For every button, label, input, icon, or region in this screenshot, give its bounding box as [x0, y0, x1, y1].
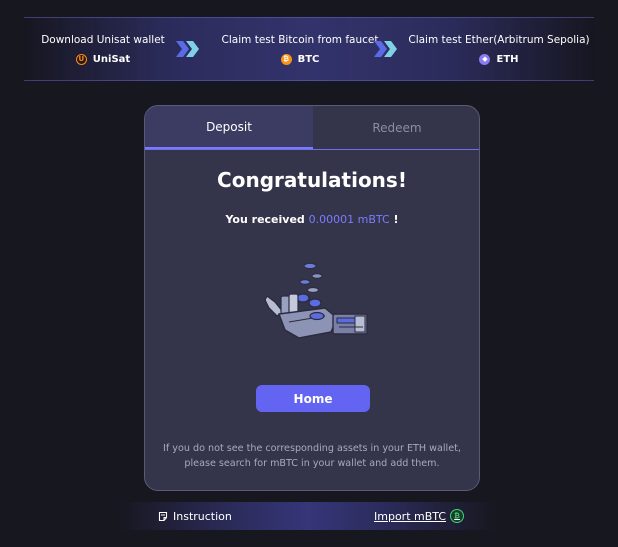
step-title: Claim test Bitcoin from faucet — [221, 33, 379, 46]
deposit-card: Deposit Redeem Congratulations! You rece… — [144, 105, 480, 491]
tab-bar: Deposit Redeem — [145, 106, 479, 150]
instruction-link[interactable]: Instruction — [158, 502, 232, 530]
mbtc-token-icon: ₿ — [450, 509, 465, 523]
received-amount: 0.00001 mBTC — [308, 213, 390, 226]
steps-bar: Download Unisat wallet U UniSat Claim te… — [24, 17, 594, 81]
double-chevron-right-icon — [176, 41, 199, 57]
home-button[interactable]: Home — [256, 385, 370, 412]
step-claim-ether[interactable]: Claim test Ether(Arbitrum Sepolia) ◆ ETH — [404, 18, 594, 80]
step-token: ◆ ETH — [479, 53, 519, 65]
step-token: U UniSat — [75, 53, 131, 65]
step-title: Claim test Ether(Arbitrum Sepolia) — [408, 33, 590, 46]
step-token: ₿ BTC — [280, 53, 320, 65]
received-prefix: You received — [225, 213, 305, 226]
footer-bar: Instruction Import mBTC ₿ — [118, 502, 498, 530]
robot-hand-coins-illustration — [264, 262, 368, 339]
step-token-label: ETH — [496, 53, 519, 65]
bitcoin-icon: ₿ — [280, 53, 292, 65]
success-title: Congratulations! — [217, 168, 407, 192]
document-icon — [158, 511, 168, 521]
received-suffix: ! — [393, 213, 399, 226]
double-chevron-right-icon — [374, 41, 397, 57]
import-mbtc-link[interactable]: Import mBTC ₿ — [374, 502, 465, 530]
unisat-icon: U — [75, 53, 87, 65]
wallet-hint-text: If you do not see the corresponding asse… — [163, 443, 461, 469]
step-token-label: UniSat — [92, 53, 131, 65]
ethereum-icon: ◆ — [479, 53, 491, 65]
step-token-label: BTC — [297, 53, 320, 65]
instruction-label: Instruction — [173, 509, 232, 523]
step-title: Download Unisat wallet — [41, 33, 165, 46]
tab-redeem[interactable]: Redeem — [313, 106, 479, 149]
step-claim-bitcoin[interactable]: Claim test Bitcoin from faucet ₿ BTC — [210, 18, 390, 80]
import-mbtc-label: Import mBTC — [374, 509, 447, 523]
step-download-unisat[interactable]: Download Unisat wallet U UniSat — [24, 18, 182, 80]
tab-deposit[interactable]: Deposit — [145, 106, 313, 149]
received-message: You received 0.00001 mBTC ! — [145, 213, 479, 226]
